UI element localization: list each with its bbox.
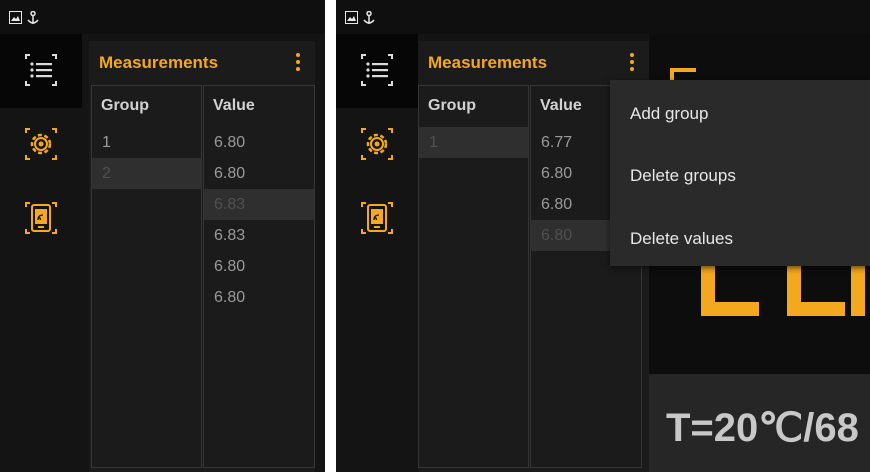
image-icon <box>345 11 358 26</box>
anchor-icon <box>363 10 375 27</box>
more-options-icon[interactable] <box>295 53 301 75</box>
digit-segment <box>787 302 845 316</box>
temperature-readout: T=20℃/68 <box>666 406 859 450</box>
anchor-icon <box>27 10 39 27</box>
group-row[interactable]: 1 <box>92 127 201 158</box>
nav-measurements[interactable] <box>336 34 418 108</box>
tablet-wireless-icon <box>25 202 57 234</box>
panel-title: Measurements <box>428 53 548 72</box>
value-row[interactable]: 6.80 <box>204 282 314 313</box>
menu-delete-values[interactable]: Delete values <box>630 229 733 249</box>
group-column-header: Group <box>101 97 149 114</box>
value-row[interactable]: 6.80 <box>204 251 314 282</box>
nav-device[interactable] <box>336 182 418 256</box>
value-row[interactable]: 6.80 <box>204 127 314 158</box>
options-menu: Add group Delete groups Delete values <box>610 80 870 266</box>
more-options-icon[interactable] <box>629 53 635 75</box>
screen-left: Measurements Group 1 2 Value 6.80 6.80 6… <box>0 0 325 472</box>
menu-add-group[interactable]: Add group <box>630 104 708 124</box>
gear-icon <box>361 128 393 160</box>
status-bar <box>0 0 325 34</box>
group-column: Group 1 2 <box>91 85 202 468</box>
value-row[interactable]: 6.80 <box>204 158 314 189</box>
gear-icon <box>25 128 57 160</box>
panel-title: Measurements <box>99 53 219 72</box>
group-row[interactable]: 1 <box>419 127 528 158</box>
value-row[interactable]: 6.83 <box>204 189 314 220</box>
nav-measurements[interactable] <box>0 34 82 108</box>
value-column-header: Value <box>213 97 255 114</box>
list-icon <box>361 54 393 86</box>
panel-header: Measurements <box>89 41 315 85</box>
nav-settings[interactable] <box>336 108 418 182</box>
side-nav <box>0 34 82 472</box>
screen-right: T=20℃/68 Measurements Group 1 Value 6.77… <box>336 0 870 472</box>
nav-settings[interactable] <box>0 108 82 182</box>
panel-header: Measurements <box>418 41 649 85</box>
menu-delete-groups[interactable]: Delete groups <box>630 166 736 186</box>
value-column: Value 6.80 6.80 6.83 6.83 6.80 6.80 <box>203 85 315 468</box>
value-column-header: Value <box>540 97 582 114</box>
digit-segment <box>701 302 759 316</box>
value-row[interactable]: 6.83 <box>204 220 314 251</box>
side-nav <box>336 34 418 472</box>
group-row[interactable]: 2 <box>92 158 201 189</box>
nav-device[interactable] <box>0 182 82 256</box>
digit-segment <box>670 68 696 72</box>
measurements-panel: Measurements Group 1 2 Value 6.80 6.80 6… <box>89 41 315 472</box>
group-column-header: Group <box>428 97 476 114</box>
status-bar <box>336 0 870 34</box>
image-icon <box>9 11 22 26</box>
list-icon <box>25 54 57 86</box>
group-column: Group 1 <box>418 85 529 468</box>
tablet-wireless-icon <box>361 202 393 234</box>
digit-segment <box>851 260 865 316</box>
